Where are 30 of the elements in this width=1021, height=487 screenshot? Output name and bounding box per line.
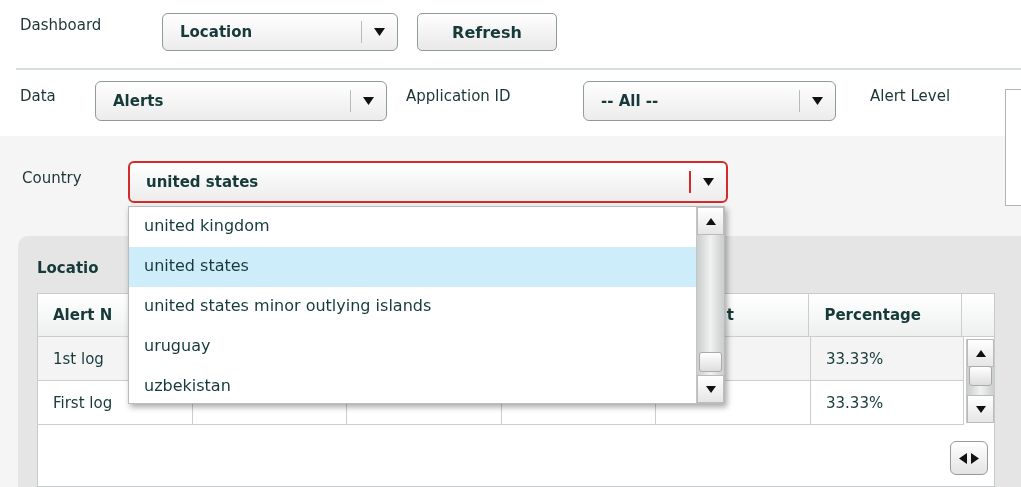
country-select[interactable]: united states — [128, 161, 728, 203]
table-cell: 33.33% — [811, 381, 964, 425]
application-id-select[interactable]: -- All -- — [583, 81, 836, 121]
up-arrow-icon[interactable] — [975, 349, 986, 357]
left-right-arrows-icon[interactable] — [959, 452, 979, 464]
horizontal-scroll-button[interactable] — [950, 441, 988, 475]
caret-icon — [374, 28, 385, 36]
caret-icon — [812, 97, 823, 105]
down-arrow-icon[interactable] — [705, 385, 716, 393]
data-select[interactable]: Alerts — [95, 81, 387, 121]
caret-icon — [363, 97, 374, 105]
table-cell: 33.33% — [811, 337, 964, 381]
caret-icon — [703, 178, 714, 186]
country-option[interactable]: united kingdom — [129, 207, 696, 247]
table-scrollbar[interactable] — [966, 339, 994, 423]
down-arrow-icon[interactable] — [975, 405, 986, 413]
refresh-button[interactable]: Refresh — [417, 13, 557, 51]
alert-level-label: Alert Level — [870, 86, 952, 105]
country-option[interactable]: united states — [129, 247, 696, 287]
application-id-label: Application ID — [406, 86, 512, 105]
panel-title: Locatio — [37, 258, 99, 279]
dashboard-label: Dashboard — [20, 15, 103, 34]
list-scrollbar[interactable] — [696, 207, 724, 403]
dashboard-select[interactable]: Location — [162, 13, 398, 51]
scrollbar-thumb[interactable] — [969, 366, 992, 386]
column-header[interactable]: Percentage — [809, 294, 963, 337]
up-arrow-icon[interactable] — [705, 217, 716, 225]
country-label: Country — [22, 168, 83, 187]
scrollbar-thumb[interactable] — [699, 352, 722, 372]
data-label: Data — [20, 86, 57, 105]
